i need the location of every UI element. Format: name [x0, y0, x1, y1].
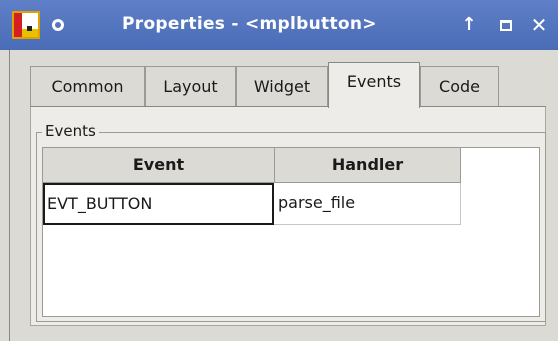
window-title: Properties - <mplbutton> [122, 14, 377, 34]
tab-code[interactable]: Code [420, 66, 499, 106]
move-up-icon[interactable]: ↑ [457, 12, 481, 38]
cell-event[interactable]: EVT_BUTTON [43, 183, 274, 225]
window-border [9, 50, 10, 341]
column-header-handler[interactable]: Handler [274, 147, 461, 183]
cell-handler[interactable]: parse_file [274, 183, 461, 225]
pin-icon[interactable] [52, 19, 64, 31]
maximize-icon[interactable] [494, 12, 518, 38]
app-icon[interactable] [12, 11, 40, 39]
properties-window: Properties - <mplbutton> ↑ ✕ Common Layo… [0, 0, 558, 341]
close-icon[interactable]: ✕ [527, 12, 551, 38]
tab-common[interactable]: Common [30, 66, 145, 106]
events-group-legend: Events [42, 122, 99, 140]
tab-widget[interactable]: Widget [236, 66, 328, 106]
tab-events[interactable]: Events [328, 62, 420, 108]
title-bar[interactable]: Properties - <mplbutton> ↑ ✕ [0, 0, 558, 50]
tab-layout[interactable]: Layout [145, 66, 236, 106]
column-header-event[interactable]: Event [42, 147, 275, 183]
